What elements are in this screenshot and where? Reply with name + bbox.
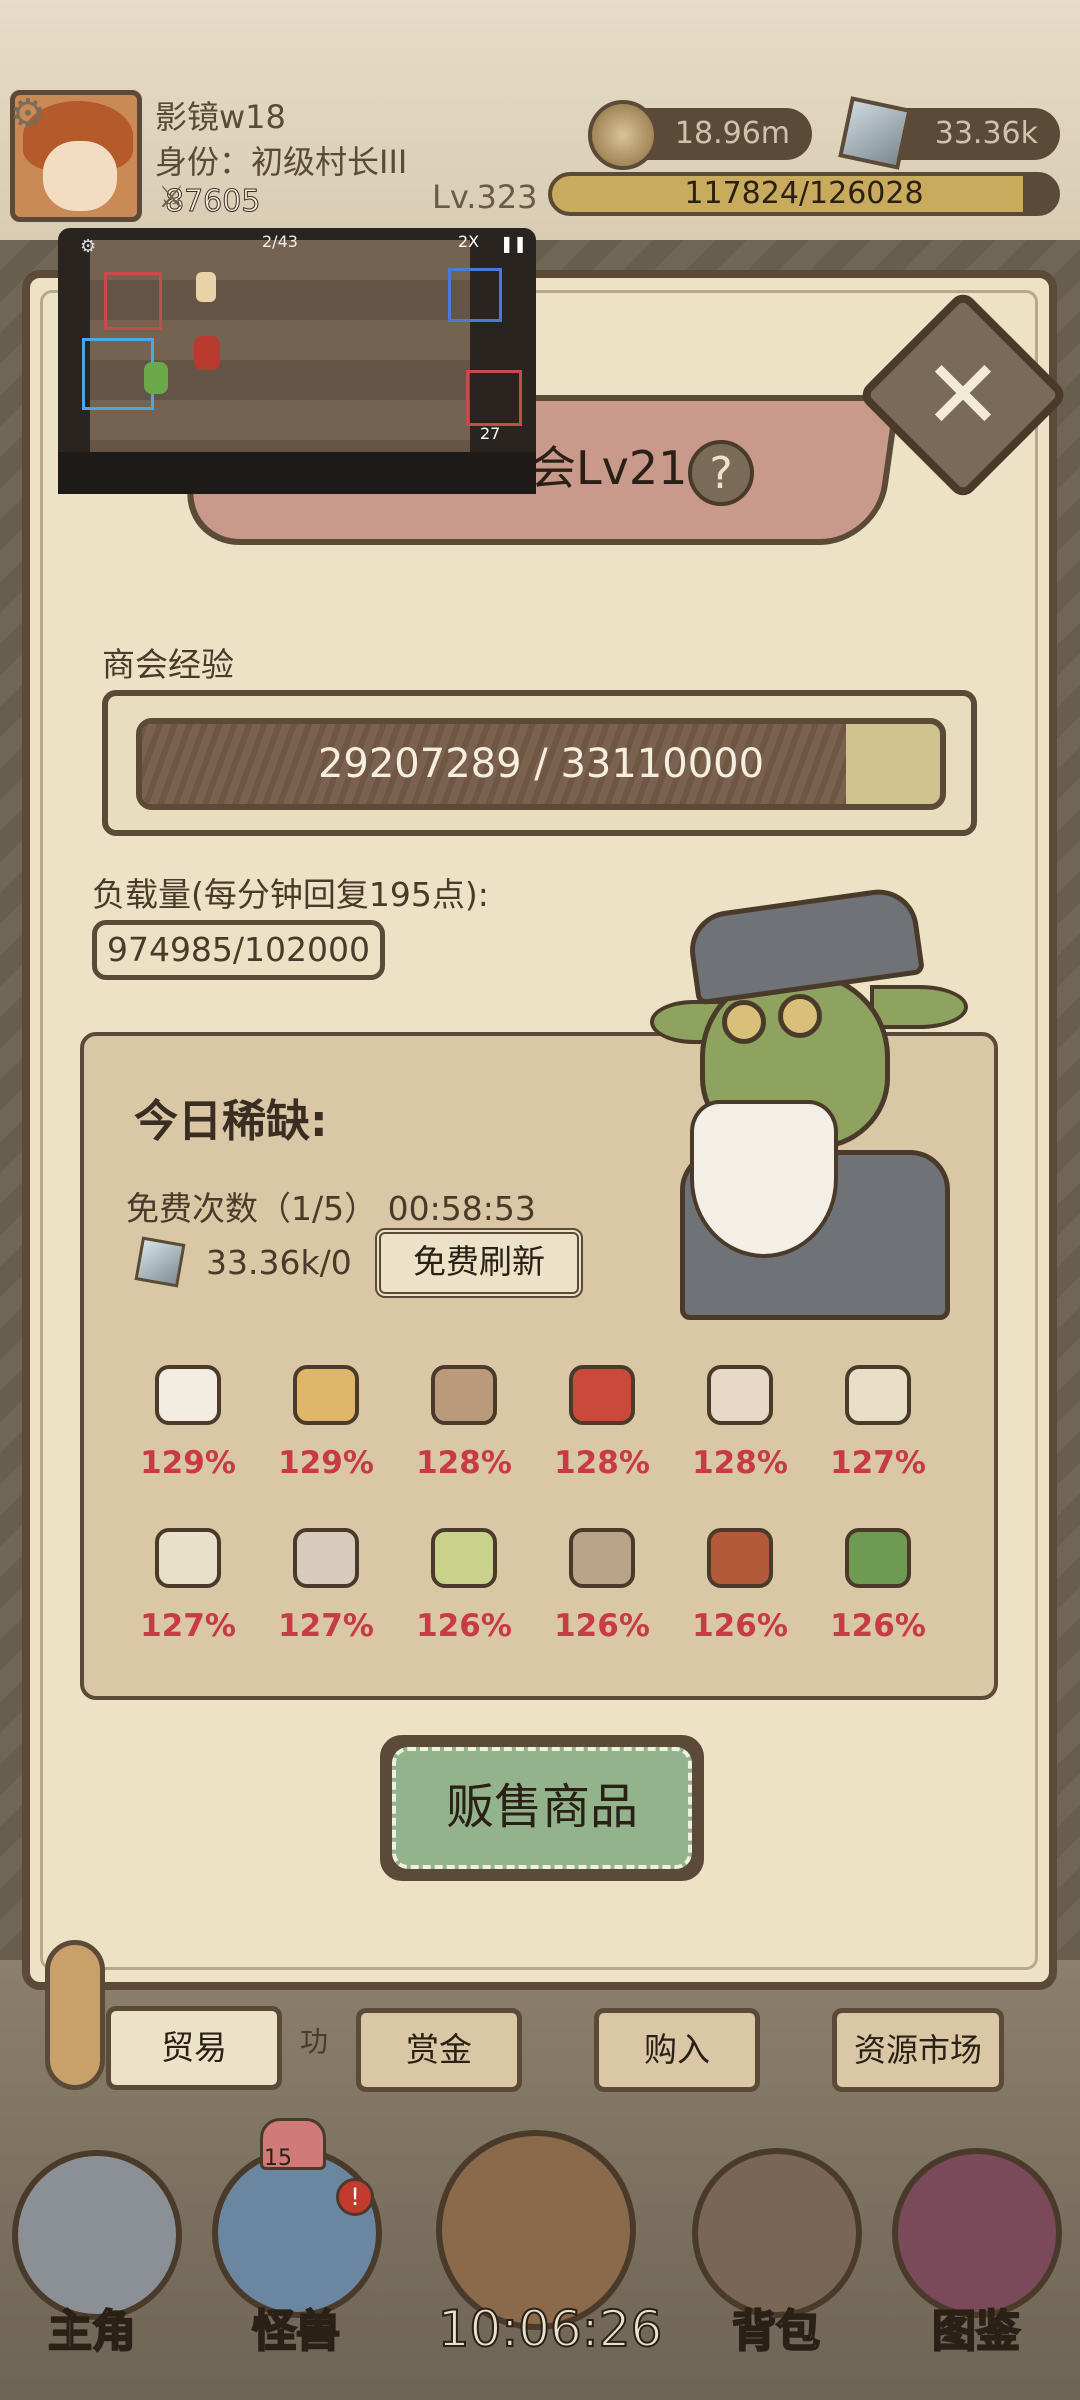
scarce-item[interactable]: 129% bbox=[271, 1365, 381, 1515]
dumpling-plate-icon bbox=[845, 1365, 911, 1425]
tab-resource-market[interactable]: 资源市场 bbox=[832, 2008, 1004, 2092]
item-price-percent: 126% bbox=[692, 1608, 788, 1644]
load-label: 负载量(每分钟回复195点): bbox=[92, 875, 489, 914]
video-speed-button[interactable]: 2X bbox=[458, 232, 479, 251]
commerce-exp-text: 29207289 / 33110000 bbox=[317, 741, 765, 787]
unit-sprite bbox=[144, 362, 168, 394]
item-price-percent: 129% bbox=[140, 1445, 236, 1481]
item-price-percent: 126% bbox=[554, 1608, 650, 1644]
goblin-ear bbox=[870, 985, 968, 1029]
red-cube-marker bbox=[466, 370, 522, 426]
canned-food-icon bbox=[569, 1365, 635, 1425]
nav-hero[interactable]: 主角 bbox=[0, 2295, 192, 2359]
goblin-glasses bbox=[722, 1000, 766, 1044]
scroll-handle bbox=[45, 1940, 105, 2090]
goblin-glasses bbox=[778, 994, 822, 1038]
backpack-icon[interactable] bbox=[692, 2148, 862, 2318]
item-price-percent: 127% bbox=[140, 1608, 236, 1644]
monster-badge-count: 15 bbox=[264, 2146, 292, 2171]
scarce-item[interactable]: 126% bbox=[409, 1528, 519, 1678]
shrimp-cup-icon bbox=[293, 1528, 359, 1588]
scarce-item[interactable]: 129% bbox=[133, 1365, 243, 1515]
monster-codex-book-icon[interactable] bbox=[892, 2148, 1062, 2318]
paintbrush-icon bbox=[569, 1528, 635, 1588]
free-refresh-button[interactable]: 免费刷新 bbox=[375, 1228, 583, 1298]
nav-backpack[interactable]: 背包 bbox=[676, 2295, 876, 2359]
avatar-face bbox=[43, 141, 117, 211]
unit-sprite bbox=[194, 336, 220, 370]
sword-icon: ⚔ bbox=[158, 180, 185, 215]
alert-badge: ! bbox=[336, 2178, 374, 2216]
monster-eye-icon[interactable] bbox=[212, 2148, 382, 2318]
snack-pack-icon bbox=[845, 1528, 911, 1588]
commerce-exp-label: 商会经验 bbox=[102, 645, 234, 684]
scarce-item[interactable]: 126% bbox=[547, 1528, 657, 1678]
settings-gear-icon[interactable]: ⚙ bbox=[10, 92, 54, 136]
sell-goods-button[interactable]: 贩售商品 bbox=[392, 1747, 692, 1869]
item-price-percent: 127% bbox=[830, 1445, 926, 1481]
gem-icon bbox=[838, 96, 912, 170]
video-kill-counter: 27 bbox=[480, 424, 501, 443]
item-price-percent: 128% bbox=[554, 1445, 650, 1481]
video-settings-icon[interactable]: ⚙ bbox=[80, 236, 96, 257]
scarce-title: 今日稀缺: bbox=[134, 1096, 328, 1147]
scarce-item[interactable]: 126% bbox=[685, 1528, 795, 1678]
bowl-of-milk-icon bbox=[155, 1365, 221, 1425]
tab-purchase[interactable]: 购入 bbox=[594, 2008, 760, 2092]
coin-icon bbox=[588, 100, 658, 170]
video-toolbar bbox=[58, 452, 536, 494]
unit-sprite bbox=[196, 272, 216, 302]
goblin-merchant-beard bbox=[690, 1100, 838, 1258]
game-clock: 10:06:26 bbox=[437, 2299, 664, 2359]
item-price-percent: 126% bbox=[830, 1608, 926, 1644]
scarce-item[interactable]: 127% bbox=[271, 1528, 381, 1678]
scarce-item[interactable]: 128% bbox=[547, 1365, 657, 1515]
player-level: Lv.323 bbox=[432, 178, 538, 216]
panel-title: 会Lv21 bbox=[530, 441, 688, 495]
scarce-item[interactable]: 126% bbox=[823, 1528, 933, 1678]
player-name: 影镜w18 bbox=[155, 98, 286, 136]
player-title: 身份：初级村长III bbox=[155, 143, 408, 181]
scarce-item[interactable]: 127% bbox=[823, 1365, 933, 1515]
tab-underlay-text: 功 bbox=[300, 2025, 329, 2058]
muffin-icon bbox=[293, 1365, 359, 1425]
scarce-item[interactable]: 127% bbox=[133, 1528, 243, 1678]
ice-cream-cup-icon bbox=[707, 1365, 773, 1425]
item-price-percent: 126% bbox=[416, 1608, 512, 1644]
nav-monster[interactable]: 怪兽 bbox=[196, 2295, 396, 2359]
video-wave-counter: 2/43 bbox=[262, 232, 298, 251]
item-price-percent: 128% bbox=[416, 1445, 512, 1481]
help-button[interactable]: ? bbox=[688, 440, 754, 506]
scarce-item[interactable]: 128% bbox=[685, 1365, 795, 1515]
tab-trade[interactable]: 贸易 bbox=[106, 2006, 282, 2090]
load-value: 974985/102000 bbox=[92, 920, 385, 980]
bread-stack-icon bbox=[431, 1365, 497, 1425]
meat-skewer-icon bbox=[707, 1528, 773, 1588]
item-price-percent: 129% bbox=[278, 1445, 374, 1481]
refresh-gem-cost: 33.36k/0 bbox=[206, 1243, 352, 1282]
level-exp-text: 117824/126028 bbox=[684, 176, 924, 211]
scarce-item[interactable]: 128% bbox=[409, 1365, 519, 1515]
noodle-bowl-icon bbox=[155, 1528, 221, 1588]
close-icon: ✕ bbox=[922, 339, 1004, 451]
red-cube-marker bbox=[104, 272, 162, 330]
nav-codex[interactable]: 图鉴 bbox=[876, 2295, 1076, 2359]
free-refresh-timer: 免费次数（1/5） 00:58:53 bbox=[126, 1189, 536, 1228]
tab-bounty[interactable]: 赏金 bbox=[356, 2008, 522, 2092]
gem-icon bbox=[134, 1236, 186, 1288]
item-price-percent: 127% bbox=[278, 1608, 374, 1644]
salad-plate-icon bbox=[431, 1528, 497, 1588]
video-pause-icon[interactable]: ❚❚ bbox=[500, 234, 527, 253]
blue-cube-marker bbox=[448, 268, 502, 322]
item-price-percent: 128% bbox=[692, 1445, 788, 1481]
